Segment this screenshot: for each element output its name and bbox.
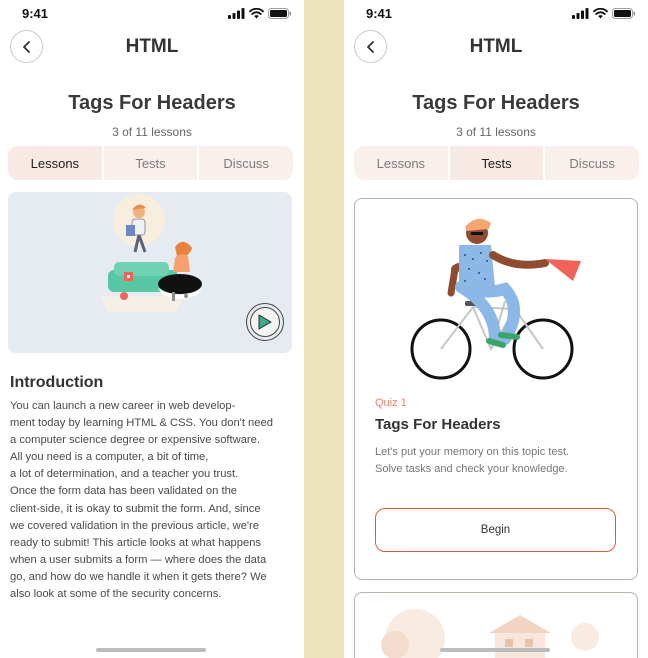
tab-tests[interactable]: Tests (103, 146, 198, 180)
tab-bar: Lessons Tests Discuss (8, 146, 294, 180)
phone-screen-lessons: 9:41 HTML Tags For Headers 3 of 11 lesso… (0, 0, 304, 658)
signal-icon (572, 8, 589, 19)
wifi-icon (249, 8, 264, 19)
quiz-title: Tags For Headers (375, 416, 501, 433)
wifi-icon (593, 8, 608, 19)
play-button[interactable] (246, 303, 284, 341)
quiz-card: Quiz 1 Tags For Headers Let's put your m… (354, 198, 638, 580)
body-line: client-side, it is okay to submit the fo… (10, 502, 261, 515)
body-line: Once the form data has been validated on… (10, 485, 238, 498)
quiz-desc-line: Let's put your memory on this topic test… (375, 446, 570, 458)
status-bar: 9:41 (0, 0, 304, 28)
app-title: HTML (125, 36, 179, 57)
status-bar: 9:41 (344, 0, 648, 28)
course-title: Tags For Headers (412, 92, 580, 114)
lesson-video[interactable] (8, 192, 292, 353)
body-line: ment today by learning HTML & CSS. You d… (10, 417, 273, 430)
lesson-body: You can launch a new career in web devel… (10, 398, 294, 603)
tab-tests[interactable]: Tests (449, 146, 544, 180)
quiz-illustration (410, 218, 581, 380)
status-time: 9:41 (22, 6, 49, 21)
body-line: a computer science degree or expensive s… (10, 434, 260, 447)
body-line: we covered validation in the previous ar… (10, 519, 260, 532)
home-indicator (96, 648, 206, 652)
play-icon (258, 314, 272, 330)
signal-icon (228, 8, 245, 19)
body-line: You can launch a new career in web devel… (10, 400, 236, 412)
section-title: Introduction (10, 374, 104, 391)
status-time: 9:41 (366, 6, 393, 21)
body-line: go, and how do we handle it when it gets… (10, 570, 267, 583)
lesson-progress: 3 of 11 lessons (112, 125, 192, 139)
body-line: when a user submits a form — where does … (10, 553, 267, 566)
body-line: also look at some of the security concer… (10, 588, 222, 601)
tab-lessons[interactable]: Lessons (354, 146, 448, 180)
tab-lessons[interactable]: Lessons (8, 146, 102, 180)
quiz-desc-line: Solve tasks and check your knowledge. (375, 462, 568, 475)
phone-screen-tests: 9:41 HTML Tags For Headers 3 of 11 lesso… (344, 0, 648, 658)
tab-discuss[interactable]: Discuss (545, 146, 640, 180)
body-line: a lot of determination, and a teacher yo… (10, 468, 239, 481)
course-title: Tags For Headers (68, 92, 236, 114)
begin-button[interactable]: Begin (375, 508, 616, 552)
body-line: All you need is a computer, a bit of tim… (10, 451, 209, 464)
lesson-progress: 3 of 11 lessons (456, 125, 536, 139)
body-line: ready to submit! This article looks at w… (10, 536, 262, 549)
home-indicator (440, 648, 550, 652)
quiz-description: Let's put your memory on this topic test… (375, 444, 620, 477)
app-title: HTML (469, 36, 523, 57)
battery-icon (268, 8, 291, 19)
tab-discuss[interactable]: Discuss (199, 146, 294, 180)
quiz-label: Quiz 1 (375, 397, 407, 409)
tab-bar: Lessons Tests Discuss (354, 146, 640, 180)
battery-icon (612, 8, 635, 19)
